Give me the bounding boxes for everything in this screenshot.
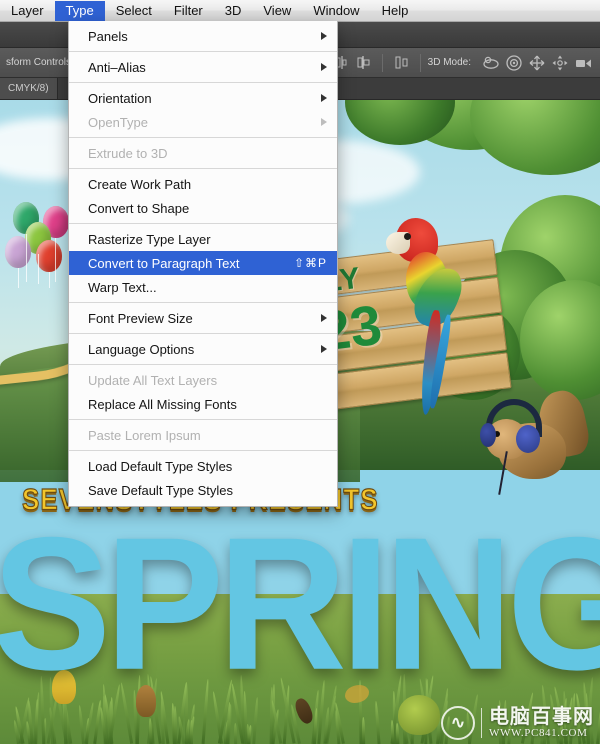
chevron-right-icon xyxy=(321,32,327,40)
menubar-item-filter[interactable]: Filter xyxy=(163,1,214,21)
menu-item-update-all-text-layers: Update All Text Layers xyxy=(69,368,337,392)
menu-item-create-work-path[interactable]: Create Work Path xyxy=(69,172,337,196)
menu-item-label: Warp Text... xyxy=(88,280,327,295)
menu-item-orientation[interactable]: Orientation xyxy=(69,86,337,110)
transform-controls-label: sform Controls xyxy=(6,57,71,68)
grass-blade xyxy=(234,723,237,744)
drag-3d-object-icon[interactable] xyxy=(528,54,545,71)
menu-separator xyxy=(69,450,337,451)
chevron-right-icon xyxy=(321,94,327,102)
grass-blade xyxy=(362,717,365,744)
photoshop-window: LY 23 SPRING ∿ 电脑百事网 WWW.PC841.COM sform… xyxy=(0,0,600,744)
menu-item-opentype: OpenType xyxy=(69,110,337,134)
headphone-earcup xyxy=(516,425,540,453)
menu-separator xyxy=(69,333,337,334)
menu-item-label: Language Options xyxy=(88,342,311,357)
menu-separator xyxy=(69,51,337,52)
grass-blade xyxy=(395,723,399,744)
menu-item-label: Panels xyxy=(88,29,311,44)
menu-separator xyxy=(69,137,337,138)
menubar-item-3d[interactable]: 3D xyxy=(214,1,253,21)
headphone-earcup xyxy=(480,423,496,447)
menu-item-convert-to-shape[interactable]: Convert to Shape xyxy=(69,196,337,220)
menu-bar[interactable]: Layer Type Select Filter 3D View Window Help xyxy=(0,0,600,22)
menu-item-label: Update All Text Layers xyxy=(88,373,327,388)
chipmunk-illustration xyxy=(478,385,588,505)
menu-item-label: Rasterize Type Layer xyxy=(88,232,327,247)
chevron-right-icon xyxy=(321,118,327,126)
menu-separator xyxy=(69,168,337,169)
watermark-text: 电脑百事网 WWW.PC841.COM xyxy=(489,707,594,740)
menu-item-label: Save Default Type Styles xyxy=(88,483,327,498)
mode-label: 3D Mode: xyxy=(428,57,471,68)
poster-title: SPRING xyxy=(0,510,600,699)
chevron-right-icon xyxy=(321,345,327,353)
menu-item-label: Orientation xyxy=(88,91,311,106)
grass-blade xyxy=(596,707,600,744)
document-tab[interactable]: CMYK/8) xyxy=(0,78,58,99)
menu-separator xyxy=(69,223,337,224)
menu-item-extrude-to-3d: Extrude to 3D xyxy=(69,141,337,165)
menu-item-load-default-type-styles[interactable]: Load Default Type Styles xyxy=(69,454,337,478)
menu-item-label: Replace All Missing Fonts xyxy=(88,397,327,412)
menu-item-label: Convert to Paragraph Text xyxy=(88,256,280,271)
menu-item-label: OpenType xyxy=(88,115,311,130)
menu-item-label: Load Default Type Styles xyxy=(88,459,327,474)
menu-item-replace-all-missing-fonts[interactable]: Replace All Missing Fonts xyxy=(69,392,337,416)
menu-item-label: Create Work Path xyxy=(88,177,327,192)
menu-separator xyxy=(69,419,337,420)
menubar-item-type[interactable]: Type xyxy=(55,1,105,21)
menu-item-font-preview-size[interactable]: Font Preview Size xyxy=(69,306,337,330)
options-separator xyxy=(420,54,421,72)
menu-item-warp-text[interactable]: Warp Text... xyxy=(69,275,337,299)
menu-separator xyxy=(69,302,337,303)
roll-3d-object-icon[interactable] xyxy=(505,54,522,71)
watermark: ∿ 电脑百事网 WWW.PC841.COM xyxy=(441,706,594,740)
menu-item-language-options[interactable]: Language Options xyxy=(69,337,337,361)
menu-separator xyxy=(69,82,337,83)
menu-item-anti-alias[interactable]: Anti–Alias xyxy=(69,55,337,79)
menu-item-rasterize-type-layer[interactable]: Rasterize Type Layer xyxy=(69,227,337,251)
grass-blade xyxy=(173,706,177,744)
menu-item-paste-lorem-ipsum: Paste Lorem Ipsum xyxy=(69,423,337,447)
menubar-item-window[interactable]: Window xyxy=(302,1,370,21)
watermark-divider xyxy=(481,708,482,738)
rotate-3d-object-icon[interactable] xyxy=(482,54,499,71)
menu-separator xyxy=(69,364,337,365)
menu-item-shortcut: ⇧⌘P xyxy=(294,256,327,270)
slide-3d-object-icon[interactable] xyxy=(551,54,568,71)
menu-item-label: Font Preview Size xyxy=(88,311,311,326)
menubar-item-view[interactable]: View xyxy=(252,1,302,21)
distribute-icon[interactable] xyxy=(393,54,410,71)
watermark-logo-icon: ∿ xyxy=(441,706,475,740)
align-horizontal-center-icon[interactable] xyxy=(355,54,372,71)
menubar-item-help[interactable]: Help xyxy=(371,1,420,21)
menu-item-convert-to-paragraph-text[interactable]: Convert to Paragraph Text ⇧⌘P xyxy=(69,251,337,275)
chevron-right-icon xyxy=(321,63,327,71)
menu-item-save-default-type-styles[interactable]: Save Default Type Styles xyxy=(69,478,337,502)
menu-item-panels[interactable]: Panels xyxy=(69,24,337,48)
parrot-illustration xyxy=(388,218,468,418)
menubar-item-select[interactable]: Select xyxy=(105,1,163,21)
grass-blade xyxy=(78,705,85,744)
menu-item-label: Convert to Shape xyxy=(88,201,327,216)
menu-item-label: Extrude to 3D xyxy=(88,146,327,161)
type-menu-dropdown[interactable]: Panels Anti–Alias Orientation OpenType Extru… xyxy=(68,21,338,507)
balloon xyxy=(5,236,31,268)
menu-item-label: Paste Lorem Ipsum xyxy=(88,428,327,443)
parrot-eye xyxy=(404,233,411,240)
menu-item-label: Anti–Alias xyxy=(88,60,311,75)
scale-3d-object-icon[interactable] xyxy=(574,54,591,71)
watermark-url-label: WWW.PC841.COM xyxy=(489,728,594,740)
watermark-cn-label: 电脑百事网 xyxy=(489,707,594,728)
options-separator xyxy=(382,54,383,72)
chevron-right-icon xyxy=(321,314,327,322)
menubar-item-layer[interactable]: Layer xyxy=(0,1,55,21)
